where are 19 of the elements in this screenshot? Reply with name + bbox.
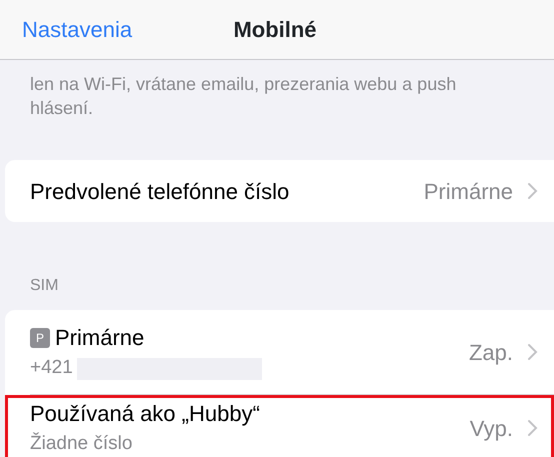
sim-row[interactable]: Používaná ako „Hubby“ Žiadne číslo Vyp. <box>5 395 554 457</box>
footer-note: len na Wi-Fi, vrátane emailu, prezerania webu a push hlásení. <box>29 73 458 120</box>
chevron-icon <box>527 419 538 437</box>
sim-row[interactable]: P Primárne +421 Zap. <box>5 310 554 394</box>
back-link[interactable]: Nastavenia <box>22 13 132 46</box>
row-label: Predvolené telefónne číslo <box>30 178 290 206</box>
sim-number: +421 <box>30 356 73 380</box>
row-value: Primárne <box>424 178 513 206</box>
sim-title: Používaná ako „Hubby“ <box>30 401 260 426</box>
sim-badge: P <box>30 328 50 348</box>
sim-title: Primárne <box>55 325 144 350</box>
chevron-icon <box>527 343 538 361</box>
sim-status: Zap. <box>468 338 513 367</box>
default-number-row[interactable]: Predvolené telefónne číslo Primárne <box>5 160 554 222</box>
sim-status: Vyp. <box>470 414 513 443</box>
sim-number: Žiadne číslo <box>30 431 132 456</box>
section-header: SIM <box>29 276 60 296</box>
page-title: Mobilné <box>233 17 317 42</box>
chevron-icon <box>527 182 538 200</box>
